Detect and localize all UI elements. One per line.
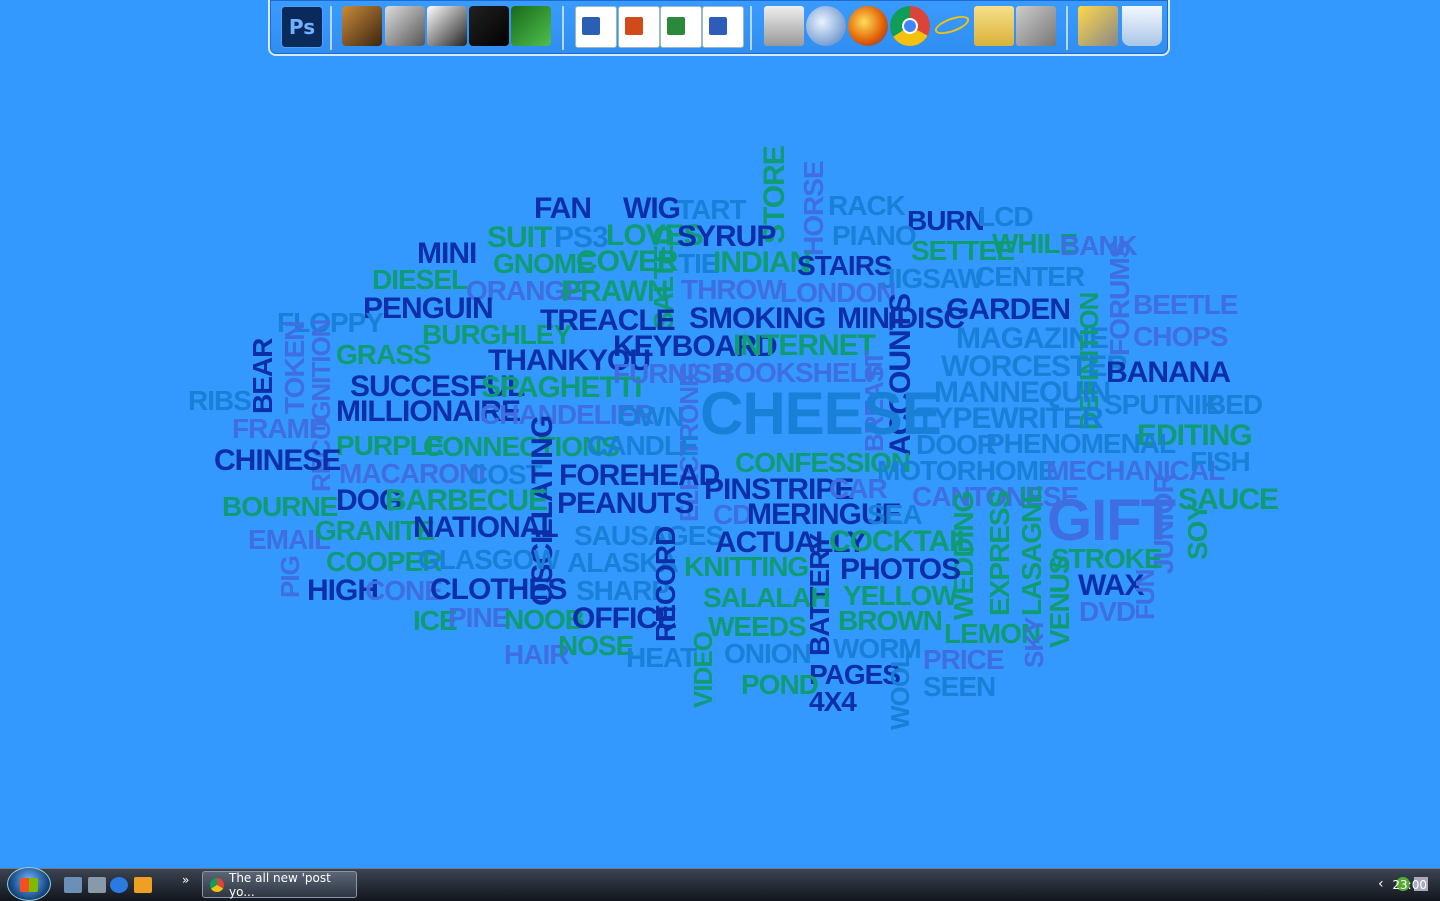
word: LCD [978, 201, 1034, 232]
word: HEAT [626, 642, 697, 673]
media-player-icon[interactable] [134, 877, 152, 893]
word: HORSE [798, 161, 829, 256]
taskbar-item-chrome[interactable]: The all new 'post yo... [202, 870, 357, 899]
word: BANANA [1106, 356, 1231, 389]
word: WEEDS [708, 611, 807, 642]
word: JIGSAW [880, 263, 984, 294]
word: NATIONAL [413, 511, 559, 544]
word: BED [1206, 389, 1263, 420]
show-desktop-icon[interactable] [64, 877, 82, 893]
word: PRICE [923, 644, 1005, 675]
word: VENUS [1044, 556, 1075, 648]
word: GLASGOW [418, 544, 560, 575]
word: SKY [1019, 617, 1049, 668]
word: THROW [681, 274, 783, 305]
chrome-icon [210, 878, 224, 892]
word: SPUTNIK [1104, 389, 1221, 420]
word: BEETLE [1133, 289, 1238, 320]
clock[interactable]: 23:00 [1392, 878, 1427, 892]
word: TOKEN [279, 321, 310, 415]
word: SAUSAGES [574, 520, 724, 551]
word: PRAWN [561, 275, 669, 308]
word: CANDLE [587, 430, 699, 461]
word: SALALAH [703, 582, 831, 613]
word: GRASS [336, 339, 432, 370]
start-button[interactable] [7, 867, 51, 901]
word: PIG [275, 556, 305, 598]
word: CLOTHES [430, 573, 567, 606]
word: SOY [1182, 503, 1213, 560]
word: NOSE [558, 630, 634, 661]
word: FAN [534, 192, 592, 225]
word: CHEESE [700, 380, 942, 447]
tray-expand-button[interactable]: ‹ [1378, 876, 1392, 892]
word: PIANO [832, 220, 917, 251]
taskbar: » The all new 'post yo... ‹ 23:00 [0, 867, 1440, 901]
word: FRAME [232, 413, 328, 444]
word: WOOL [885, 653, 915, 730]
word: RACK [828, 190, 906, 221]
internet-explorer-quicklaunch-icon[interactable] [110, 877, 128, 893]
word: CHINESE [214, 444, 341, 477]
word: FORUMS [1104, 240, 1135, 356]
word: LASAGNE [1016, 486, 1047, 616]
word: BROWN [838, 605, 943, 636]
word: DIESEL [372, 264, 468, 295]
word: VIDEO [688, 632, 718, 708]
word: BURN [907, 205, 985, 236]
word: EXPRESS [984, 490, 1015, 616]
switch-windows-icon[interactable] [88, 877, 106, 893]
word: PHENOMENAL [986, 428, 1176, 459]
word: POND [741, 669, 819, 700]
word: FUN [1130, 569, 1160, 620]
word: CHOPS [1133, 321, 1229, 352]
word: SEEN [923, 671, 996, 702]
word: ONION [724, 638, 812, 669]
quicklaunch-more-button[interactable]: » [182, 873, 189, 887]
word: DVD [1079, 596, 1136, 627]
word: KNITTING [684, 551, 809, 582]
wordcloud-wallpaper: FAN WIG TART STORE HORSE RACK BURN LCD S… [0, 0, 1440, 860]
word: GARDEN [946, 293, 1071, 326]
word: BEAR [247, 338, 278, 414]
word: STAIRS [797, 250, 893, 281]
taskbar-item-label: The all new 'post yo... [229, 870, 331, 899]
word: FISH [1190, 446, 1251, 477]
word: PEANUTS [557, 487, 694, 520]
word: RIBS [188, 385, 252, 416]
word: 4X4 [809, 686, 857, 717]
word: CENTER [975, 261, 1085, 292]
word: PINE [448, 602, 510, 633]
